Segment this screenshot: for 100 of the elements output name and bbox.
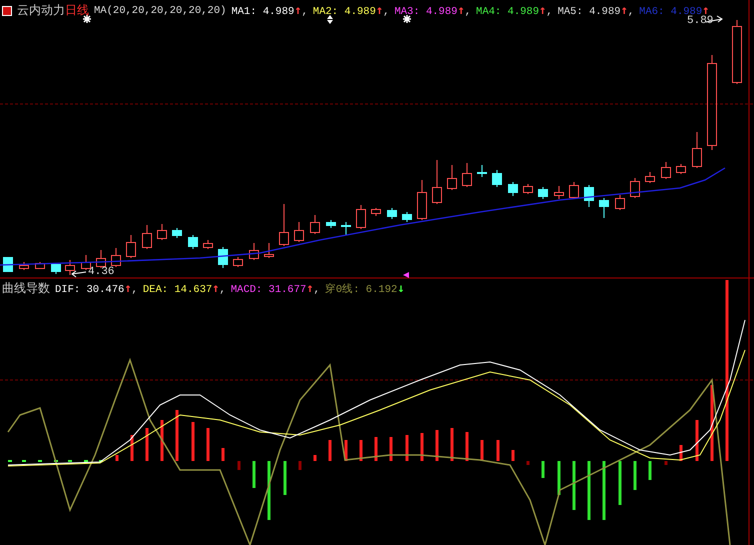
candlestick [447, 164, 457, 190]
histogram-bar [374, 437, 378, 461]
histogram-bar [526, 461, 530, 465]
histogram-bar [680, 445, 682, 461]
candlestick [51, 264, 61, 274]
histogram-bar [450, 428, 454, 461]
separator-comma: , [302, 6, 308, 18]
histogram-bar [268, 461, 270, 520]
histogram-bar [480, 440, 484, 461]
candlestick [676, 164, 686, 174]
candlestick [356, 204, 366, 230]
separator-comma: , [132, 284, 138, 296]
histogram-bar [406, 435, 408, 461]
candlestick [417, 180, 427, 220]
legend-item: MA1: 4.989 [231, 6, 294, 18]
histogram-bar [328, 440, 332, 461]
candlestick [172, 228, 182, 238]
candlestick [387, 208, 397, 220]
candlestick [249, 242, 259, 260]
candlestick [661, 162, 671, 180]
histogram-bar [360, 440, 362, 461]
separator-comma: , [219, 284, 226, 296]
histogram-bar [192, 422, 194, 461]
histogram-bar [648, 461, 652, 480]
histogram-bar [496, 440, 500, 461]
candlestick [432, 160, 442, 204]
histogram-bar [390, 437, 392, 461]
separator-comma: , [314, 284, 320, 296]
period-label[interactable]: 日线 [65, 2, 89, 19]
stock-name: 云内动力 [17, 2, 65, 19]
histogram-bar [116, 455, 118, 461]
candlestick [218, 246, 228, 268]
candlestick [326, 220, 336, 228]
separator-comma: , [628, 6, 634, 18]
candlestick [279, 204, 289, 246]
low-arrow-icon [71, 270, 86, 278]
trend-arrow: ↑ [620, 3, 628, 17]
candlestick [630, 178, 640, 198]
candlestick [371, 208, 381, 216]
histogram-bar [558, 461, 560, 495]
histogram-bar [298, 461, 302, 470]
candlestick [584, 184, 594, 208]
histogram-bar [420, 433, 424, 461]
candlestick [35, 262, 45, 270]
candlestick [554, 186, 564, 200]
candlestick [65, 260, 75, 276]
histogram-bar [222, 448, 224, 461]
legend-item: DEA: 14.637 [142, 284, 212, 296]
histogram-bar [314, 455, 316, 461]
trend-arrow: ↑ [306, 281, 314, 295]
histogram-bar [588, 461, 590, 520]
histogram-bar [176, 410, 178, 461]
candlestick [508, 182, 518, 196]
candlestick [188, 234, 198, 250]
candlestick [538, 186, 548, 200]
legend-item: MA4: 4.989 [476, 6, 540, 18]
histogram-bar [238, 461, 240, 470]
trend-arrow: ↑ [212, 281, 220, 295]
histogram-bar [696, 420, 698, 461]
candlestick [645, 172, 655, 184]
histogram-bar [618, 461, 622, 505]
candlestick [203, 240, 213, 250]
histogram-bar [252, 461, 256, 488]
trend-arrow: ↑ [124, 281, 132, 295]
candlestick [294, 222, 304, 242]
candlestick [402, 212, 412, 222]
legend-item: DIF: 30.476 [55, 284, 124, 296]
histogram-bar [130, 435, 134, 461]
trend-arrow: ↑ [702, 3, 710, 17]
candlestick [19, 262, 29, 270]
histogram-bar [160, 420, 164, 461]
histogram-bar [542, 461, 544, 478]
histogram-bar [146, 428, 148, 461]
histogram-bar [206, 428, 210, 461]
candlestick [96, 250, 106, 268]
candlestick [111, 248, 121, 268]
separator-comma: , [546, 6, 553, 18]
candlestick [341, 222, 351, 236]
trend-arrow: ↓ [397, 281, 405, 295]
histogram-bar [664, 461, 668, 465]
separator-comma: , [464, 6, 472, 18]
trend-arrow: ↑ [539, 3, 546, 17]
high-price-label: 5.89 [687, 15, 714, 27]
trend-arrow: ↑ [294, 3, 302, 17]
candlestick [569, 182, 579, 200]
candlestick [523, 184, 533, 194]
separator-comma: , [383, 6, 390, 18]
legend-item: MA2: 4.989 [312, 6, 376, 18]
histogram-bar [436, 430, 438, 461]
low-price-label: 4.36 [88, 266, 114, 278]
candlestick [142, 224, 152, 250]
candlestick [692, 132, 702, 168]
candlestick [264, 242, 274, 258]
legend-item: 穿0线: 6.192 [324, 284, 398, 296]
candlestick [157, 224, 167, 240]
legend-item: MACD: 31.677 [230, 284, 306, 296]
histogram-bar [634, 461, 636, 490]
candlestick [310, 214, 320, 234]
trend-arrow: ↑ [457, 3, 465, 17]
marker-triangle-icon [403, 272, 409, 278]
